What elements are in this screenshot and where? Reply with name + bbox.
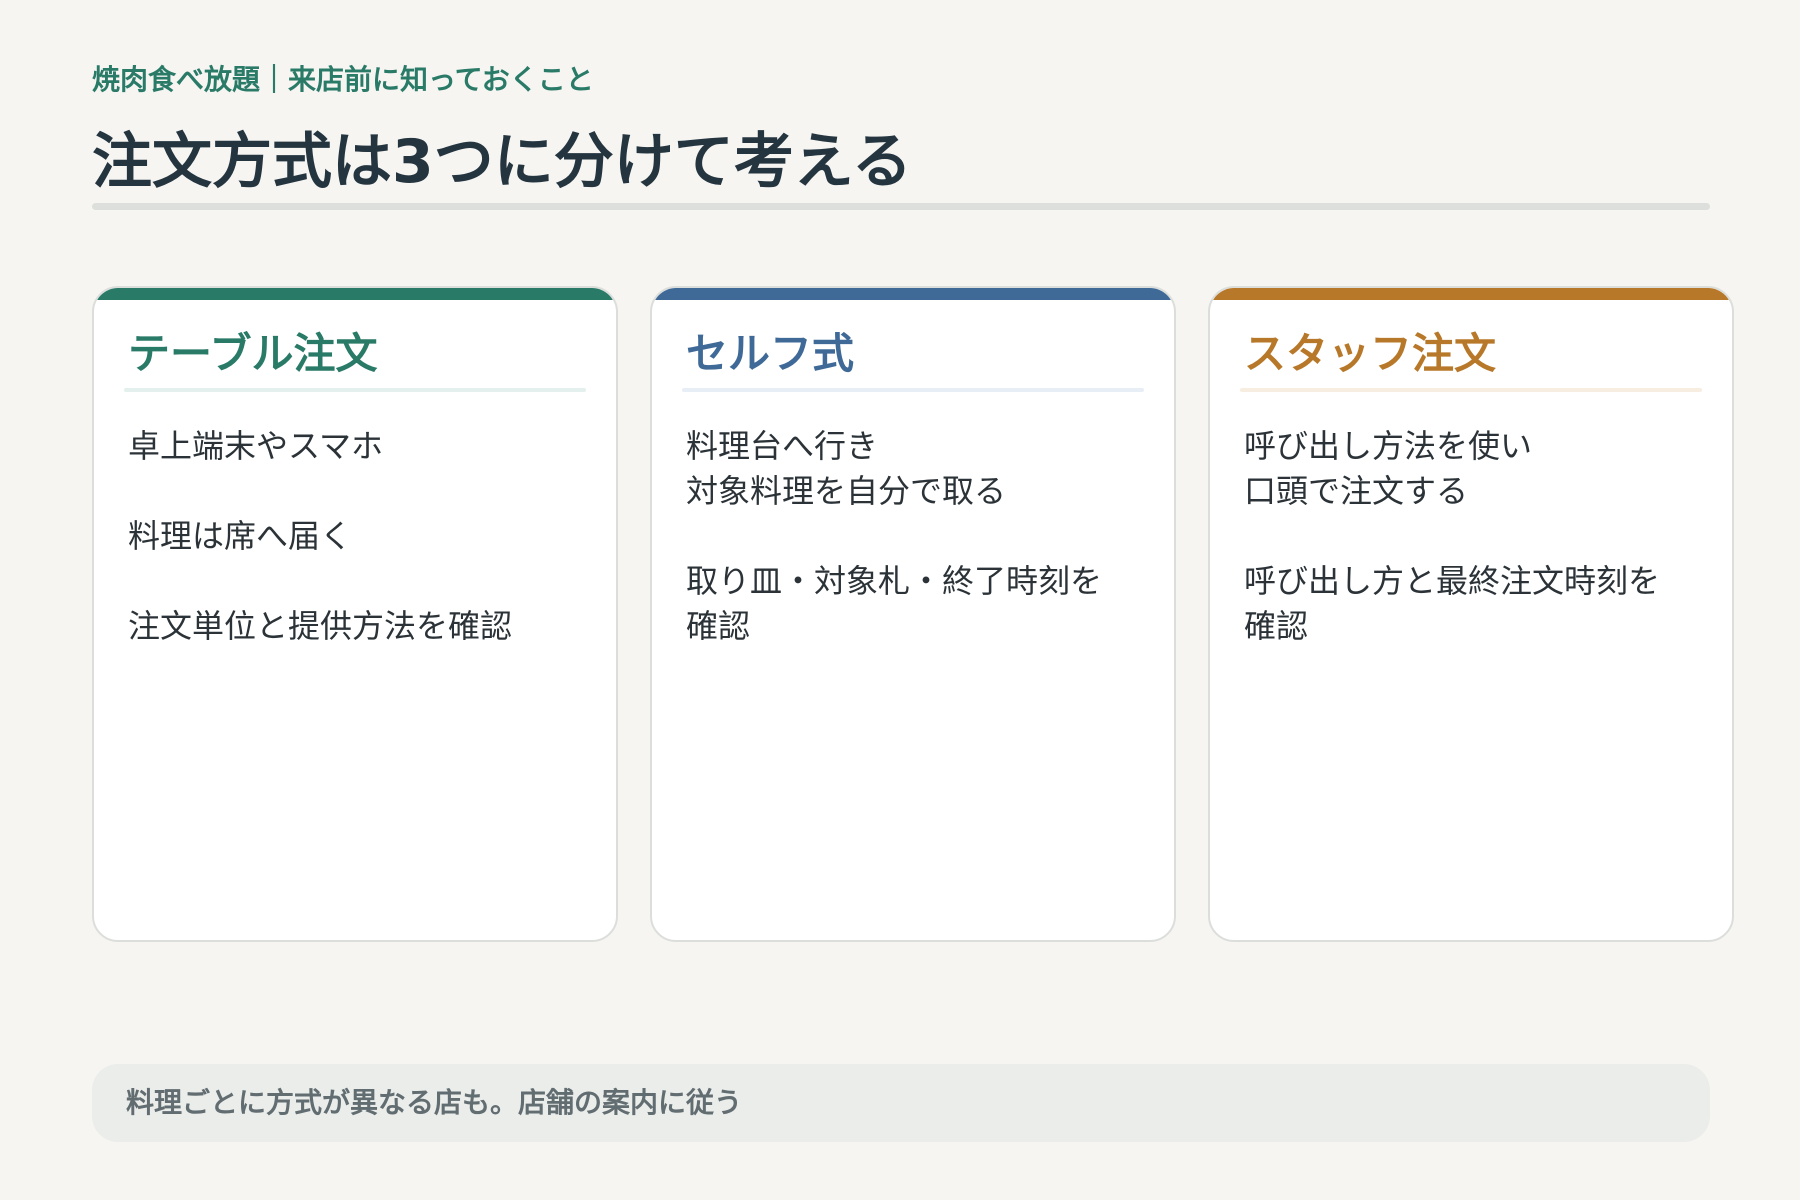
card-item: 卓上端末やスマホ: [128, 427, 384, 465]
card-item: 呼び出し方法を使い 口頭で注文する: [1244, 427, 1533, 510]
title-divider: [92, 203, 1710, 210]
card-title: セルフ式: [686, 329, 855, 378]
page-eyebrow: 焼肉食べ放題｜来店前に知っておくこと: [92, 63, 594, 96]
card-title-divider: [682, 388, 1144, 392]
card-body: 料理台へ行き 対象料理を自分で取る 取り皿・対象札・終了時刻を 確認: [686, 424, 1144, 694]
card-body: 卓上端末やスマホ 料理は席へ届く 注文単位と提供方法を確認: [128, 424, 586, 694]
card-title-divider: [1240, 388, 1702, 392]
card-self-service: セルフ式 料理台へ行き 対象料理を自分で取る 取り皿・対象札・終了時刻を 確認: [650, 286, 1176, 942]
card-accent-bar: [1210, 288, 1732, 300]
page-title: 注文方式は3つに分けて考える: [92, 127, 912, 197]
card-table-order: テーブル注文 卓上端末やスマホ 料理は席へ届く 注文単位と提供方法を確認: [92, 286, 618, 942]
card-staff-order: スタッフ注文 呼び出し方法を使い 口頭で注文する 呼び出し方と最終注文時刻を 確…: [1208, 286, 1734, 942]
card-item: 料理は席へ届く: [128, 517, 353, 555]
card-title: スタッフ注文: [1244, 329, 1497, 378]
card-item: 取り皿・対象札・終了時刻を 確認: [686, 562, 1103, 645]
page-header: 焼肉食べ放題｜来店前に知っておくこと 注文方式は3つに分けて考える: [92, 58, 1710, 200]
card-item: 注文単位と提供方法を確認: [128, 607, 513, 645]
card-item: 料理台へ行き 対象料理を自分で取る: [686, 427, 1007, 510]
card-title-divider: [124, 388, 586, 392]
card-title: テーブル注文: [128, 329, 378, 378]
card-accent-bar: [94, 288, 616, 300]
footer-note: 料理ごとに方式が異なる店も。店舗の案内に従う: [92, 1064, 1710, 1142]
order-method-cards: テーブル注文 卓上端末やスマホ 料理は席へ届く 注文単位と提供方法を確認 セルフ…: [92, 286, 1736, 942]
card-body: 呼び出し方法を使い 口頭で注文する 呼び出し方と最終注文時刻を 確認: [1244, 424, 1702, 694]
card-item: 呼び出し方と最終注文時刻を 確認: [1244, 562, 1661, 645]
card-accent-bar: [652, 288, 1174, 300]
